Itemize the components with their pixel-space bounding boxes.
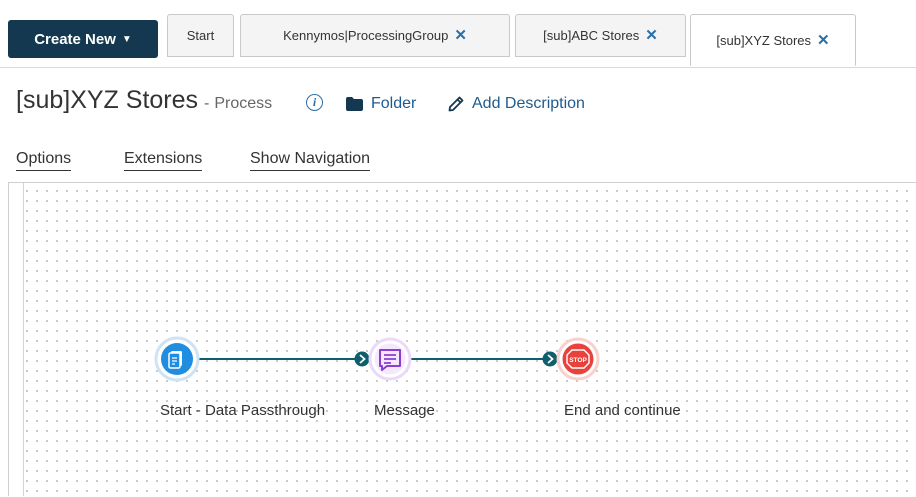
add-description-link[interactable]: Add Description <box>448 94 585 114</box>
start-shape[interactable] <box>154 336 200 382</box>
start-shape-label: Start - Data Passthrough <box>160 402 326 419</box>
caret-down-icon: ▼ <box>121 34 132 45</box>
tab-label: Kennymos|ProcessingGroup <box>283 28 449 43</box>
title-row: [sub]XYZ Stores - Process <box>16 86 272 122</box>
connector-arrow-icon[interactable] <box>354 351 370 367</box>
connector-arrow-icon[interactable] <box>542 351 558 367</box>
tab-label: [sub]XYZ Stores <box>716 32 812 48</box>
extensions-link[interactable]: Extensions <box>124 150 203 171</box>
tab-start[interactable]: Start <box>167 14 234 57</box>
tab-label: [sub]ABC Stores <box>543 28 640 43</box>
folder-icon <box>346 97 363 111</box>
folder-link[interactable]: Folder <box>346 94 416 114</box>
folder-label: Folder <box>371 95 417 112</box>
process-canvas[interactable]: STOP Start - Data Passthrough Message En… <box>8 182 916 496</box>
create-new-label: Create New <box>34 30 116 48</box>
close-icon[interactable]: ✕ <box>454 28 467 43</box>
tab-abc-stores[interactable]: [sub]ABC Stores ✕ <box>515 14 686 57</box>
stop-shape[interactable]: STOP <box>556 337 600 381</box>
stop-shape-label: End and continue <box>564 402 681 419</box>
stop-icon: STOP <box>566 349 590 369</box>
info-icon[interactable]: i <box>306 94 323 111</box>
add-description-label: Add Description <box>472 95 585 112</box>
tab-label: Start <box>186 28 215 43</box>
process-diagram: STOP <box>154 336 600 382</box>
pencil-icon <box>448 96 464 112</box>
stop-badge-text: STOP <box>569 357 587 364</box>
tab-bar: Create New ▼ Start Kennymos|ProcessingGr… <box>0 0 916 68</box>
options-link[interactable]: Options <box>16 150 72 171</box>
document-icon <box>168 351 182 369</box>
page-title: [sub]XYZ Stores <box>16 86 199 114</box>
title-separator: - <box>204 95 210 112</box>
tab-xyz-stores[interactable]: [sub]XYZ Stores ✕ <box>690 14 856 66</box>
close-icon[interactable]: ✕ <box>645 28 658 43</box>
message-shape[interactable] <box>368 337 412 381</box>
show-navigation-link[interactable]: Show Navigation <box>250 150 371 171</box>
create-new-button[interactable]: Create New ▼ <box>8 20 158 58</box>
tab-kennymos-processinggroup[interactable]: Kennymos|ProcessingGroup ✕ <box>240 14 510 57</box>
message-shape-label: Message <box>374 402 435 419</box>
component-type: Process <box>214 95 273 112</box>
close-icon[interactable]: ✕ <box>817 33 830 48</box>
